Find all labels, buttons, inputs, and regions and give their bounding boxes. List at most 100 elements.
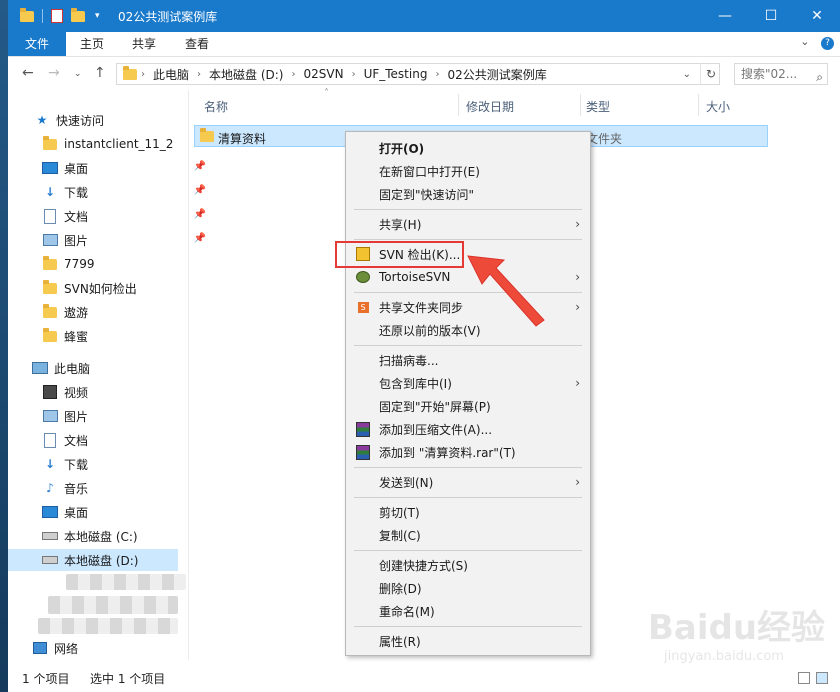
search-icon[interactable]: ⌕ <box>816 67 823 87</box>
nav-label: instantclient_11_2 <box>64 137 174 151</box>
menu-separator <box>354 626 582 627</box>
column-name[interactable]: 名称 <box>204 98 228 115</box>
properties-icon[interactable] <box>51 9 63 23</box>
nav-network[interactable]: 网络 <box>8 637 202 659</box>
menu-item-include-library[interactable]: 包含到库中(I) › <box>346 372 590 394</box>
refresh-icon[interactable]: ↻ <box>700 63 721 85</box>
nav-quick-item[interactable]: 桌面 📌 <box>8 157 212 179</box>
folder-icon <box>42 255 58 271</box>
chevron-right-icon: › <box>575 376 580 390</box>
menu-label: 重命名(M) <box>379 604 435 619</box>
nav-pc-item[interactable]: 文档 <box>8 429 212 451</box>
menu-label: 固定到"开始"屏幕(P) <box>379 399 491 414</box>
column-type[interactable]: 类型 <box>586 98 610 115</box>
column-divider[interactable] <box>580 94 581 116</box>
search-input[interactable]: 搜索"02... ⌕ <box>734 63 828 85</box>
menu-label: TortoiseSVN <box>379 270 451 284</box>
ribbon-expand[interactable]: ⌄ ? <box>800 35 834 50</box>
winrar-icon <box>355 444 371 460</box>
nav-this-pc[interactable]: 此电脑 <box>8 357 202 379</box>
nav-pc-item[interactable]: 桌面 <box>8 501 212 523</box>
menu-separator <box>354 239 582 240</box>
menu-item-copy[interactable]: 复制(C) <box>346 524 590 546</box>
tab-share[interactable]: 共享 <box>120 32 168 56</box>
nav-quick-item[interactable]: instantclient_11_2 <box>8 133 212 155</box>
chevron-down-icon[interactable]: ▾ <box>95 11 100 21</box>
chevron-right-icon: › <box>575 270 580 284</box>
nav-quick-item[interactable]: ↓ 下载 📌 <box>8 181 212 203</box>
nav-quick-access[interactable]: ★ 快速访问 <box>8 109 204 131</box>
picture-icon <box>42 409 58 423</box>
watermark: Baidu经验 jingyan.baidu.com <box>648 600 838 690</box>
breadcrumb-drive-d[interactable]: 本地磁盘 (D:) <box>209 66 283 83</box>
computer-icon <box>32 361 48 375</box>
column-modified[interactable]: 修改日期 <box>466 98 514 115</box>
new-folder-icon[interactable] <box>71 7 85 22</box>
nav-quick-item[interactable]: 蜂蜜 <box>8 325 212 347</box>
menu-label: 共享文件夹同步 <box>379 300 464 315</box>
nav-label: 网络 <box>54 641 79 656</box>
menu-item-share[interactable]: 共享(H) › <box>346 213 590 235</box>
menu-label: 固定到"快速访问" <box>379 187 475 202</box>
address-dropdown-icon[interactable]: ⌄ <box>683 69 691 80</box>
folder-icon <box>42 279 58 295</box>
close-button[interactable]: ✕ <box>794 0 840 32</box>
menu-item-open-new-window[interactable]: 在新窗口中打开(E) <box>346 160 590 182</box>
nav-pc-item[interactable]: ♪ 音乐 <box>8 477 212 499</box>
nav-pc-item[interactable]: 本地磁盘 (C:) <box>8 525 212 547</box>
chevron-down-icon[interactable]: ⌄ <box>800 35 809 48</box>
nav-quick-item[interactable]: SVN如何检出 <box>8 277 212 299</box>
help-icon[interactable]: ? <box>821 37 834 50</box>
column-size[interactable]: 大小 <box>706 98 730 115</box>
nav-pc-item-selected[interactable]: 本地磁盘 (D:) <box>8 549 178 571</box>
back-icon[interactable]: ← <box>22 65 34 81</box>
tab-file[interactable]: 文件 <box>8 32 66 56</box>
menu-item-properties[interactable]: 属性(R) <box>346 630 590 652</box>
minimize-button[interactable]: — <box>702 0 748 32</box>
menu-label: 添加到 "清算资料.rar"(T) <box>379 445 516 460</box>
menu-item-add-archive[interactable]: 添加到压缩文件(A)... <box>346 418 590 440</box>
column-divider[interactable] <box>458 94 459 116</box>
forward-icon[interactable]: → <box>48 65 60 81</box>
menu-item-rename[interactable]: 重命名(M) <box>346 600 590 622</box>
menu-item-scan-virus[interactable]: 扫描病毒... <box>346 349 590 371</box>
breadcrumb-02svn[interactable]: 02SVN <box>303 67 343 81</box>
breadcrumb-this-pc[interactable]: 此电脑 <box>153 66 189 83</box>
chevron-right-icon: › <box>575 475 580 489</box>
tab-home[interactable]: 主页 <box>68 32 116 56</box>
menu-item-create-shortcut[interactable]: 创建快捷方式(S) <box>346 554 590 576</box>
nav-quick-item[interactable]: 图片 📌 <box>8 229 212 251</box>
menu-item-open[interactable]: 打开(O) <box>346 137 590 159</box>
selected-count: 选中 1 个项目 <box>90 672 166 686</box>
menu-separator <box>354 345 582 346</box>
breadcrumb-current[interactable]: 02公共测试案例库 <box>447 66 546 83</box>
nav-label: 文档 <box>64 433 89 448</box>
menu-separator <box>354 467 582 468</box>
nav-quick-item[interactable]: 7799 <box>8 253 212 275</box>
breadcrumb-separator: › <box>351 68 356 80</box>
nav-quick-item[interactable]: 遨游 <box>8 301 212 323</box>
file-name[interactable]: 清算资料 <box>218 130 266 147</box>
nav-quick-item[interactable]: 文档 📌 <box>8 205 212 227</box>
watermark-url: jingyan.baidu.com <box>664 649 784 664</box>
up-icon[interactable]: ↑ <box>94 65 106 81</box>
nav-pc-item[interactable]: ↓ 下载 <box>8 453 212 475</box>
maximize-button[interactable]: ☐ <box>748 0 794 32</box>
address-bar[interactable]: › 此电脑 › 本地磁盘 (D:) › 02SVN › UF_Testing ›… <box>116 63 720 85</box>
tab-view[interactable]: 查看 <box>172 32 222 56</box>
column-divider[interactable] <box>698 94 699 116</box>
menu-item-add-rar[interactable]: 添加到 "清算资料.rar"(T) <box>346 441 590 463</box>
menu-item-send-to[interactable]: 发送到(N) › <box>346 471 590 493</box>
folder-icon[interactable] <box>20 7 34 22</box>
recent-chevron-icon[interactable]: ⌄ <box>74 69 82 79</box>
menu-item-pin-start[interactable]: 固定到"开始"屏幕(P) <box>346 395 590 417</box>
nav-pc-item[interactable]: 图片 <box>8 405 212 427</box>
menu-label: 删除(D) <box>379 581 422 596</box>
nav-pc-item[interactable]: 视频 <box>8 381 212 403</box>
nav-label: 本地磁盘 (C:) <box>64 529 138 544</box>
menu-item-cut[interactable]: 剪切(T) <box>346 501 590 523</box>
menu-item-pin-quick-access[interactable]: 固定到"快速访问" <box>346 183 590 205</box>
network-icon <box>32 641 48 655</box>
menu-item-delete[interactable]: 删除(D) <box>346 577 590 599</box>
breadcrumb-uf-testing[interactable]: UF_Testing <box>364 67 428 81</box>
